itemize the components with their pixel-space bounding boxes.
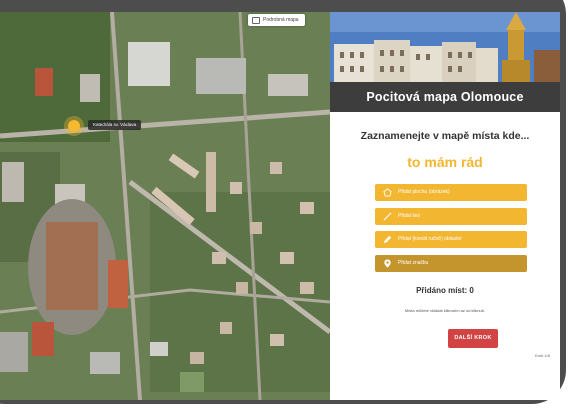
add-line-label: Přidat linii <box>398 213 420 219</box>
add-freehand-label: Přidat (kreslit ručně) oblastní <box>398 236 462 242</box>
add-marker-label: Přidat značku <box>398 260 429 266</box>
city-skyline-illustration <box>330 12 560 82</box>
add-freehand-button[interactable]: Přidat (kreslit ručně) oblastní <box>375 231 527 248</box>
pencil-icon <box>383 235 392 244</box>
map-imagery <box>0 12 330 400</box>
step-indicator: Krok 1/8 <box>535 353 550 358</box>
add-polygon-label: Přidat plochu (obrázek) <box>398 189 450 195</box>
device-bezel: Podrobná mapa Katedrála sv. Václava Poci… <box>0 0 566 404</box>
app-screen: Podrobná mapa Katedrála sv. Václava Poci… <box>0 12 560 400</box>
instruction-hint: Místa můžete vkládat kliknutím až od kli… <box>404 308 486 313</box>
screenshot-frame: Podrobná mapa Katedrála sv. Václava Poci… <box>0 0 572 410</box>
map-layer-toggle-label: Podrobná mapa <box>263 17 299 23</box>
line-icon <box>383 212 392 221</box>
city-banner-image <box>330 12 560 82</box>
added-places-count: Přidáno míst: 0 <box>416 286 474 295</box>
map-marker[interactable] <box>68 120 80 132</box>
prompt-category: to mám rád <box>407 154 483 170</box>
add-polygon-button[interactable]: Přidat plochu (obrázek) <box>375 184 527 201</box>
prompt-heading: Zaznamenejte v mapě místa kde... <box>360 130 530 142</box>
add-line-button[interactable]: Přidat linii <box>375 208 527 225</box>
next-step-button[interactable]: DALŠÍ KROK <box>448 329 498 348</box>
add-marker-button[interactable]: Přidat značku <box>375 255 527 272</box>
map-marker-icon <box>384 259 391 268</box>
satellite-map[interactable]: Podrobná mapa Katedrála sv. Václava <box>0 12 330 400</box>
pentagon-icon <box>383 188 392 197</box>
layers-icon <box>252 16 260 24</box>
map-marker-label: Katedrála sv. Václava <box>88 120 142 130</box>
app-title: Pocitová mapa Olomouce <box>330 82 560 112</box>
side-panel: Pocitová mapa Olomouce Zaznamenejte v ma… <box>330 12 560 400</box>
map-layer-toggle[interactable]: Podrobná mapa <box>248 14 305 26</box>
